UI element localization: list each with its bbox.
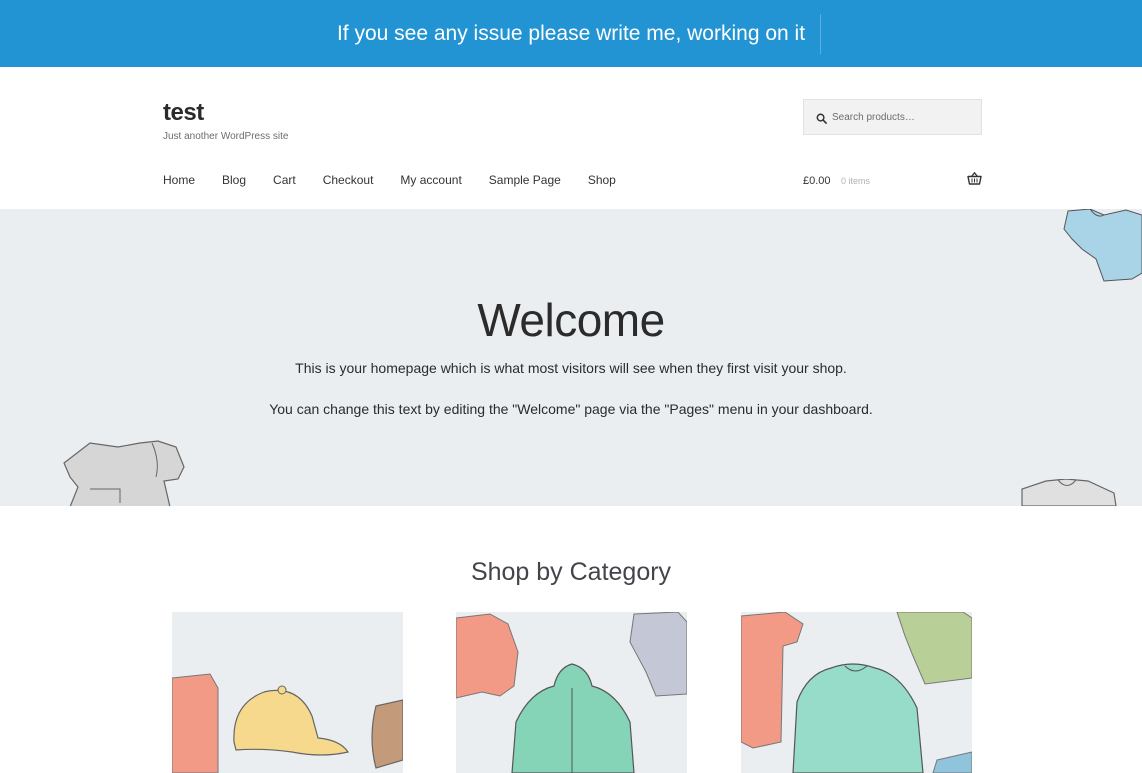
search-input[interactable]	[832, 108, 972, 126]
category-card-tshirts[interactable]	[741, 612, 972, 773]
product-search[interactable]	[803, 99, 982, 135]
header-cart[interactable]: £0.00 0 items	[803, 171, 982, 189]
hero-paragraph: You can change this text by editing the …	[269, 401, 873, 417]
nav-item-shop[interactable]: Shop	[588, 171, 616, 189]
site-title[interactable]: test	[163, 99, 204, 127]
nav-item-sample-page[interactable]: Sample Page	[489, 171, 561, 189]
notice-banner: If you see any issue please write me, wo…	[0, 0, 1142, 67]
category-card-hoodies[interactable]	[456, 612, 687, 773]
nav-item-checkout[interactable]: Checkout	[323, 171, 374, 189]
hoodie-illustration	[63, 440, 185, 506]
nav-item-cart[interactable]: Cart	[273, 171, 296, 189]
nav-item-home[interactable]: Home	[163, 171, 195, 189]
banner-divider	[820, 14, 821, 54]
hoodies-image	[456, 612, 687, 773]
accessories-image	[172, 673, 403, 773]
cart-amount: £0.00	[803, 175, 831, 187]
category-card-accessories[interactable]	[172, 612, 403, 773]
hero-section: Welcome This is your homepage which is w…	[0, 209, 1142, 506]
tshirt-illustration	[1063, 209, 1142, 282]
tshirts-image	[741, 612, 972, 773]
primary-navigation: Home Blog Cart Checkout My account Sampl…	[163, 171, 643, 189]
notice-text: If you see any issue please write me, wo…	[336, 22, 806, 45]
cart-count: 0 items	[840, 176, 870, 186]
site-tagline: Just another WordPress site	[163, 131, 289, 142]
basket-icon[interactable]	[967, 171, 982, 190]
nav-item-blog[interactable]: Blog	[222, 171, 246, 189]
search-icon	[816, 111, 827, 129]
nav-item-my-account[interactable]: My account	[400, 171, 461, 189]
hero-paragraph: This is your homepage which is what most…	[295, 360, 847, 376]
section-title: Shop by Category	[470, 558, 672, 586]
hero-title: Welcome	[477, 294, 665, 346]
shirt-illustration	[1021, 479, 1117, 506]
